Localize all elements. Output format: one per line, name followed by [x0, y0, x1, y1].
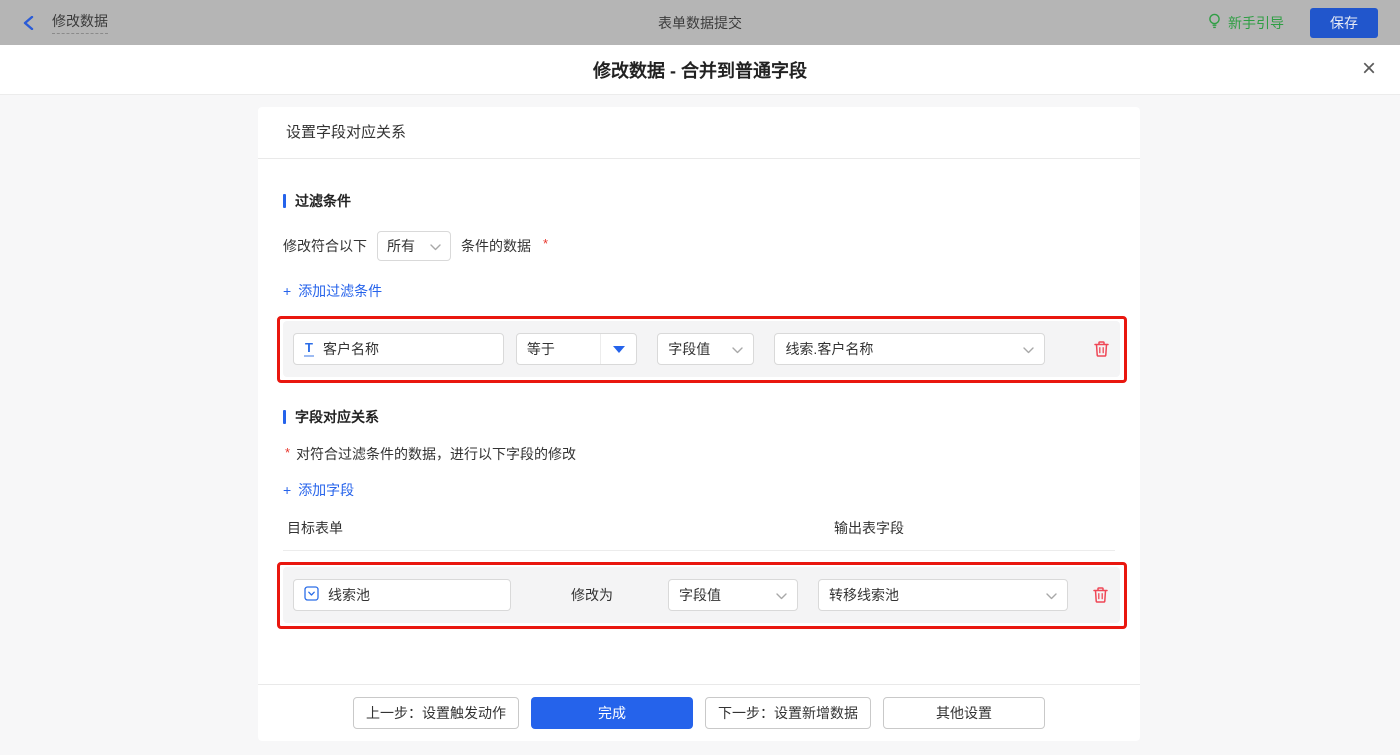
required-asterisk: * [543, 235, 549, 251]
mapping-section-title: 字段对应关系 [283, 407, 1115, 427]
filter-row-wrap: T 客户名称 等于 字段值 线索.客户名称 [277, 316, 1127, 383]
lightbulb-icon [1207, 13, 1222, 32]
mapping-description: * 对符合过滤条件的数据，进行以下字段的修改 [285, 445, 577, 462]
field-mapping-row: 线索池 修改为 字段值 转移线索池 [283, 567, 1120, 623]
target-field-input[interactable]: 线索池 [293, 579, 511, 611]
chevron-down-icon [776, 587, 787, 603]
add-filter-condition-link[interactable]: + 添加过滤条件 [283, 281, 382, 301]
chevron-down-icon [732, 341, 744, 357]
filter-section-title: 过滤条件 [283, 191, 1115, 211]
chevron-down-icon [430, 238, 441, 254]
filter-condition-row: T 客户名称 等于 字段值 线索.客户名称 [283, 321, 1120, 377]
add-field-link[interactable]: + 添加字段 [283, 480, 354, 500]
column-header-target-form: 目标表单 [287, 520, 343, 536]
save-button[interactable]: 保存 [1310, 7, 1378, 38]
filter-condition-line: 修改符合以下 所有 条件的数据 * [283, 231, 1115, 261]
plus-icon: + [283, 482, 292, 498]
delete-condition-trash-icon[interactable] [1093, 340, 1110, 358]
caret-down-icon [600, 334, 636, 364]
chevron-down-icon [1023, 341, 1034, 357]
card-header-title: 设置字段对应关系 [258, 107, 1140, 159]
mapping-value-select[interactable]: 转移线索池 [818, 579, 1068, 611]
done-button[interactable]: 完成 [531, 697, 693, 729]
card-footer: 上一步：设置触发动作 完成 下一步：设置新增数据 其他设置 [258, 684, 1140, 741]
modal-header: 修改数据 - 合并到普通字段 × [0, 45, 1400, 95]
dropdown-field-icon [304, 586, 319, 604]
filter-field-input[interactable]: T 客户名称 [293, 333, 504, 365]
modal-title: 修改数据 - 合并到普通字段 [593, 60, 807, 81]
required-asterisk: * [285, 445, 291, 460]
page-title: 表单数据提交 [658, 14, 742, 31]
condition-prefix-text: 修改符合以下 [283, 238, 367, 254]
back-chevron-icon[interactable] [22, 15, 36, 30]
other-settings-button[interactable]: 其他设置 [883, 697, 1045, 729]
match-mode-select[interactable]: 所有 [377, 231, 451, 261]
beginner-guide-link[interactable]: 新手引导 [1207, 13, 1284, 33]
delete-mapping-trash-icon[interactable] [1092, 586, 1109, 604]
operator-select[interactable]: 等于 [515, 333, 638, 365]
value-type-select[interactable]: 字段值 [657, 333, 755, 365]
text-field-icon: T [304, 340, 314, 357]
topbar: 表单数据提交 修改数据 新手引导 保存 [0, 0, 1400, 45]
prev-step-button[interactable]: 上一步：设置触发动作 [353, 697, 519, 729]
settings-card: 设置字段对应关系 过滤条件 修改符合以下 所有 条件的数据 * + 添加过滤条件… [258, 107, 1140, 741]
modify-to-text: 修改为 [571, 587, 613, 603]
section-accent-bar [283, 410, 286, 424]
topbar-back-label[interactable]: 修改数据 [52, 11, 108, 34]
close-icon[interactable]: × [1362, 57, 1376, 81]
beginner-guide-label: 新手引导 [1228, 14, 1284, 31]
section-accent-bar [283, 194, 286, 208]
condition-suffix-text: 条件的数据 [461, 238, 531, 254]
mapping-column-headers: 目标表单 输出表字段 [283, 518, 1115, 551]
mapping-row-wrap: 线索池 修改为 字段值 转移线索池 [277, 562, 1127, 629]
mapping-value-type-select[interactable]: 字段值 [668, 579, 798, 611]
page-body: 设置字段对应关系 过滤条件 修改符合以下 所有 条件的数据 * + 添加过滤条件… [0, 95, 1400, 755]
column-header-output-field: 输出表字段 [834, 520, 904, 536]
chevron-down-icon [1046, 587, 1057, 603]
next-step-button[interactable]: 下一步：设置新增数据 [705, 697, 871, 729]
compare-value-select[interactable]: 线索.客户名称 [774, 333, 1045, 365]
plus-icon: + [283, 283, 292, 299]
